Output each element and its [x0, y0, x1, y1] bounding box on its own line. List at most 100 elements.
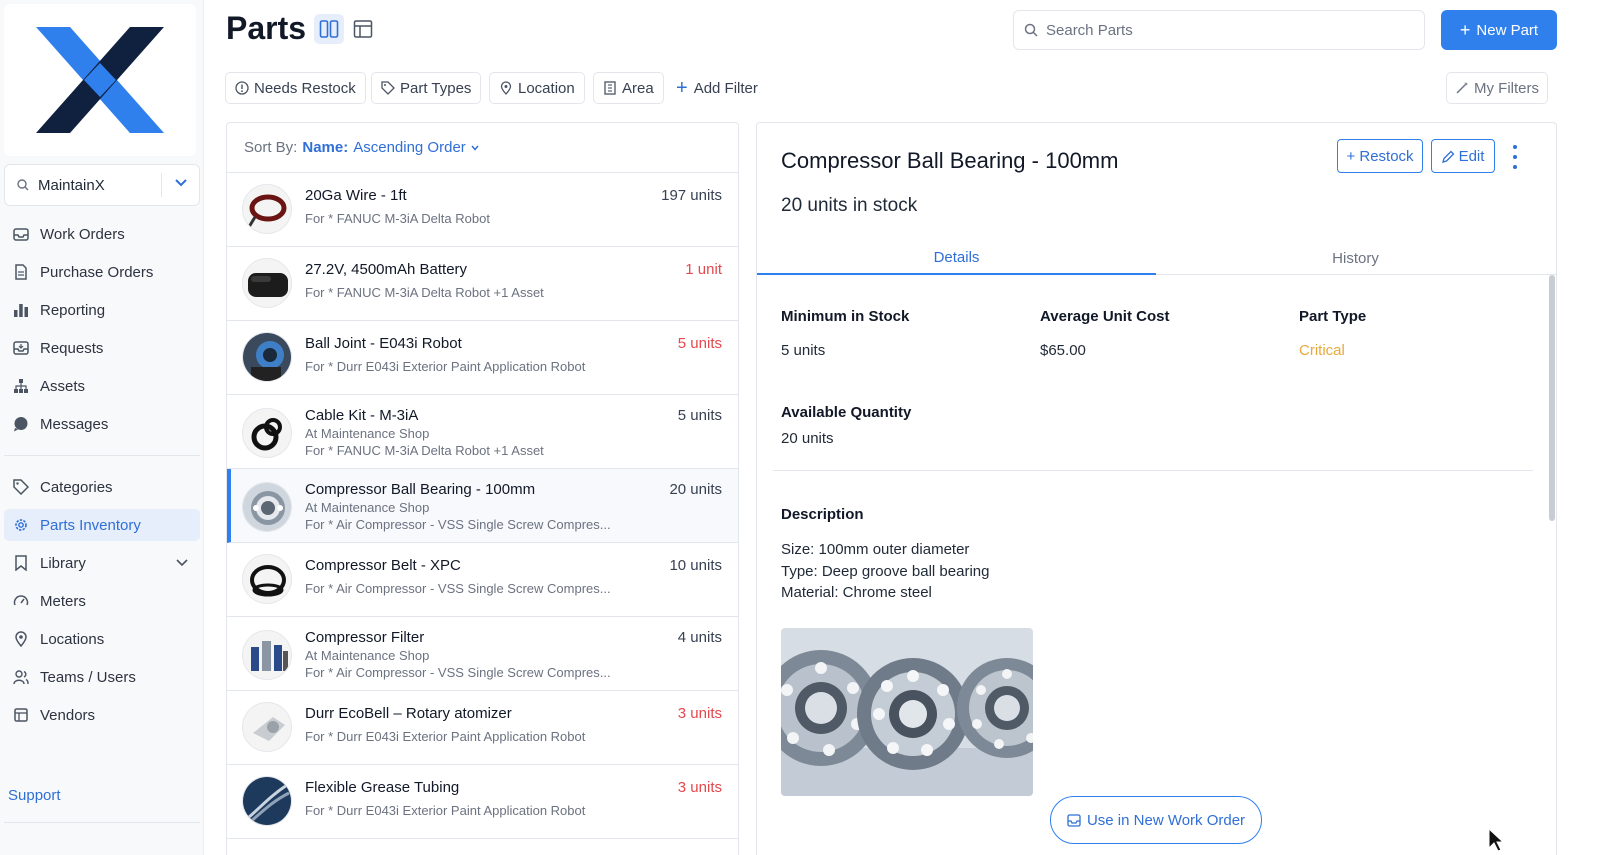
sidebar-item-label: Vendors [40, 706, 96, 724]
part-asset: For * Air Compressor - VSS Single Screw … [305, 517, 611, 532]
organization-selector[interactable]: MaintainX [4, 164, 200, 206]
min-stock-value: 5 units [781, 342, 826, 359]
part-asset: For * FANUC M-3iA Delta Robot +1 Asset [305, 443, 544, 458]
chevron-down-icon[interactable] [173, 175, 189, 191]
search-parts-field[interactable] [1013, 10, 1425, 50]
part-asset: For * Air Compressor - VSS Single Screw … [305, 581, 611, 596]
part-row[interactable]: 20Ga Wire - 1ft For * FANUC M-3iA Delta … [227, 173, 738, 247]
tab-history[interactable]: History [1156, 241, 1555, 275]
sidebar-item-label: Purchase Orders [40, 263, 154, 281]
part-type-label: Part Type [1299, 308, 1367, 325]
chat-icon [12, 415, 30, 433]
part-asset: For * FANUC M-3iA Delta Robot +1 Asset [305, 285, 544, 300]
avg-cost-label: Average Unit Cost [1040, 308, 1170, 325]
part-thumbnail [242, 482, 292, 532]
sidebar-item-assets[interactable]: Assets [4, 370, 200, 402]
part-name: 20Ga Wire - 1ft [305, 187, 407, 204]
sidebar-item-reporting[interactable]: Reporting [4, 294, 200, 326]
filter-area[interactable]: Area [593, 72, 664, 104]
avg-cost-value: $65.00 [1040, 342, 1086, 359]
work-order-icon [1067, 813, 1081, 827]
map-pin-icon [499, 81, 513, 95]
support-link[interactable]: Support [8, 787, 61, 804]
sidebar-item-teams-users[interactable]: Teams / Users [4, 661, 200, 693]
plus-icon: + [676, 76, 688, 99]
chevron-down-icon[interactable] [174, 555, 190, 571]
search-input[interactable] [1046, 21, 1406, 39]
part-row[interactable]: Ball Joint - E043i Robot For * Durr E043… [227, 321, 738, 395]
sidebar-item-label: Library [40, 554, 86, 572]
part-row[interactable]: Compressor Belt - XPC For * Air Compress… [227, 543, 738, 617]
part-stock-summary: 20 units in stock [781, 195, 918, 216]
table-view-icon [353, 20, 373, 38]
sort-control[interactable]: Sort By: Name: Ascending Order [227, 123, 738, 173]
min-stock-label: Minimum in Stock [781, 308, 910, 325]
description-line: Type: Deep groove ball bearing [781, 563, 990, 580]
chevron-down-icon [471, 145, 479, 151]
tab-details[interactable]: Details [757, 241, 1156, 275]
part-thumbnail [242, 630, 292, 680]
part-row[interactable]: Durr EcoBell – Rotary atomizer For * Dur… [227, 691, 738, 765]
table-view-button[interactable] [348, 14, 378, 44]
part-row[interactable]: 27.2V, 4500mAh Battery For * FANUC M-3iA… [227, 247, 738, 321]
available-quantity-label: Available Quantity [781, 404, 912, 421]
sidebar-divider [4, 455, 200, 456]
split-view-button[interactable] [314, 14, 344, 44]
alert-circle-icon [235, 81, 249, 95]
part-row[interactable]: Flexible Grease Tubing For * Durr E043i … [227, 765, 738, 839]
part-name: Ball Joint - E043i Robot [305, 335, 462, 352]
sidebar-item-requests[interactable]: Requests [4, 332, 200, 364]
sidebar-item-label: Parts Inventory [40, 516, 141, 534]
my-filters-button[interactable]: My Filters [1446, 72, 1548, 104]
sidebar-item-locations[interactable]: Locations [4, 623, 200, 655]
sidebar-item-label: Teams / Users [40, 668, 136, 686]
sidebar-item-categories[interactable]: Categories [4, 471, 200, 503]
sidebar-item-parts-inventory[interactable]: Parts Inventory [4, 509, 200, 541]
use-in-new-work-order-label: Use in New Work Order [1086, 811, 1246, 829]
sidebar-item-purchase-orders[interactable]: Purchase Orders [4, 256, 200, 288]
sort-order: Ascending Order [353, 139, 466, 156]
add-filter-button[interactable]: + Add Filter [676, 72, 758, 104]
part-thumbnail [242, 554, 292, 604]
part-row-selected[interactable]: Compressor Ball Bearing - 100mm At Maint… [227, 469, 738, 543]
sidebar-item-meters[interactable]: Meters [4, 585, 200, 617]
part-asset: For * Durr E043i Exterior Paint Applicat… [305, 729, 586, 744]
sidebar-item-vendors[interactable]: Vendors [4, 699, 200, 731]
sort-key: Name: [302, 139, 349, 156]
filter-label: Needs Restock [254, 79, 356, 97]
sidebar: MaintainX Work Orders Purchase Orders Re… [0, 0, 204, 855]
maintainx-logo[interactable] [4, 4, 196, 156]
detail-scrollbar[interactable] [1549, 275, 1555, 521]
sidebar-item-work-orders[interactable]: Work Orders [4, 218, 200, 250]
part-quantity: 3 units [677, 779, 722, 796]
description-label: Description [781, 506, 864, 523]
sidebar-item-library[interactable]: Library [4, 547, 200, 579]
filter-part-types[interactable]: Part Types [371, 72, 482, 104]
part-row[interactable]: Compressor Filter At Maintenance Shop Fo… [227, 617, 738, 691]
part-asset: For * Durr E043i Exterior Paint Applicat… [305, 803, 586, 818]
new-part-button[interactable]: + New Part [1441, 10, 1557, 50]
part-thumbnail [242, 408, 292, 458]
filter-needs-restock[interactable]: Needs Restock [225, 72, 366, 104]
part-name: Compressor Ball Bearing - 100mm [305, 481, 536, 498]
part-quantity: 10 units [669, 557, 722, 574]
bookmark-icon [12, 554, 30, 572]
part-location: At Maintenance Shop [305, 426, 430, 441]
filter-label: Part Types [400, 79, 472, 97]
edit-button[interactable]: Edit [1431, 139, 1495, 173]
part-quantity: 5 units [677, 407, 722, 424]
filter-location[interactable]: Location [489, 72, 585, 104]
part-photo[interactable] [781, 628, 1033, 796]
restock-button[interactable]: + Restock [1337, 139, 1423, 173]
part-row[interactable]: Cable Kit - M-3iA At Maintenance Shop Fo… [227, 395, 738, 469]
more-options-icon[interactable] [1509, 145, 1521, 169]
sidebar-item-messages[interactable]: Messages [4, 408, 200, 440]
organization-separator [161, 173, 162, 197]
part-name: Flexible Grease Tubing [305, 779, 460, 796]
part-asset: For * Durr E043i Exterior Paint Applicat… [305, 359, 586, 374]
sidebar-item-label: Locations [40, 630, 105, 648]
part-thumbnail [242, 776, 292, 826]
use-in-new-work-order-button[interactable]: Use in New Work Order [1050, 796, 1262, 844]
inbox-icon [12, 339, 30, 357]
work-orders-icon [12, 225, 30, 243]
